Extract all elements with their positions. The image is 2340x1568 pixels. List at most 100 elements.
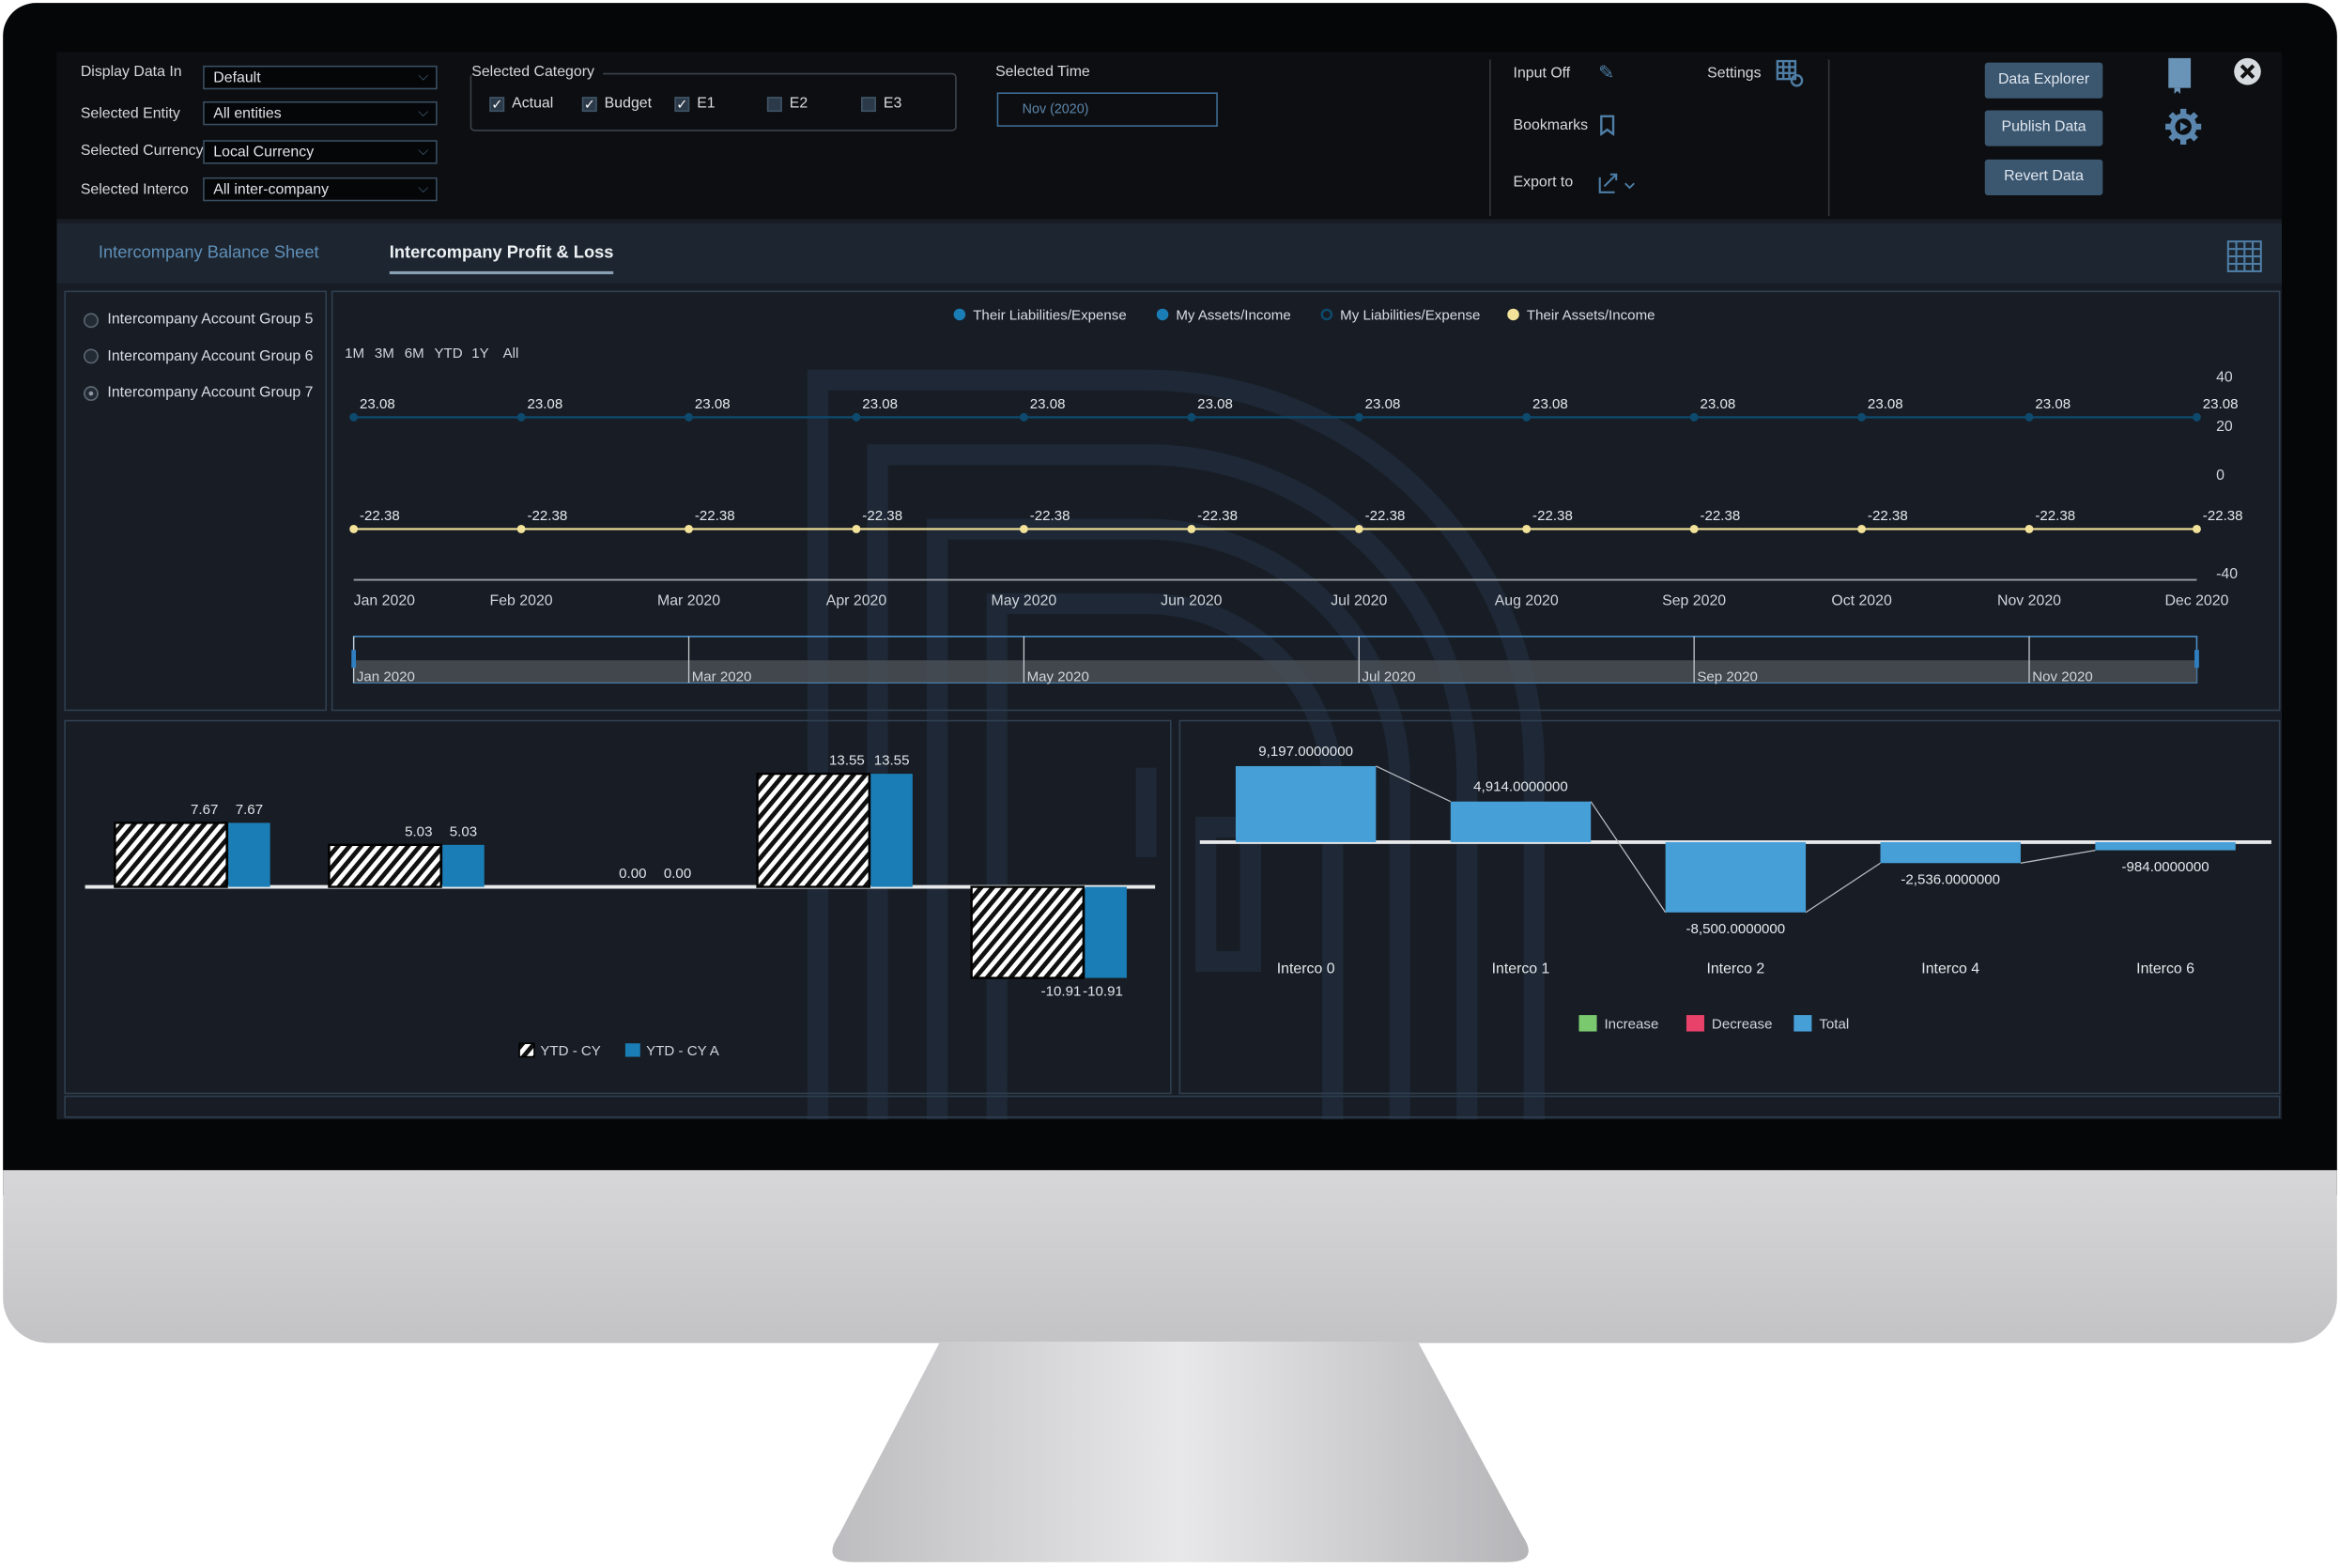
range-button-6m[interactable]: 6M xyxy=(405,346,424,361)
close-icon[interactable] xyxy=(2233,56,2263,86)
data-label: -22.38 xyxy=(1197,508,1238,524)
checkbox[interactable] xyxy=(766,96,782,112)
bar-ytd-cy xyxy=(328,843,442,888)
category-checkbox-budget[interactable]: ✓ Budget xyxy=(581,95,653,113)
checkbox[interactable]: ✓ xyxy=(674,96,690,112)
display-data-select[interactable]: Default ⌵ xyxy=(203,65,438,90)
data-label: 23.08 xyxy=(862,396,898,412)
connector-line xyxy=(1805,862,1881,914)
data-label: 23.08 xyxy=(2035,396,2071,412)
data-point xyxy=(516,412,526,422)
bookmark-icon[interactable] xyxy=(1600,115,1615,136)
account-group-radio[interactable]: Intercompany Account Group 5 xyxy=(84,312,314,328)
range-button-all[interactable]: All xyxy=(503,346,519,361)
y-tick-label: 0 xyxy=(2216,468,2225,484)
chevron-down-icon: ⌵ xyxy=(418,180,429,195)
legend-marker xyxy=(1320,308,1333,321)
data-label-ytd-cy-a: 7.67 xyxy=(236,802,263,818)
publish-data-button[interactable]: Publish Data xyxy=(1984,110,2103,146)
legend-label: Increase xyxy=(1604,1016,1658,1032)
category-label: Interco 0 xyxy=(1277,961,1335,977)
account-group-radio[interactable]: Intercompany Account Group 6 xyxy=(84,348,314,364)
checkbox-label: E2 xyxy=(789,95,808,113)
select-value: Default xyxy=(213,69,261,87)
category-label: Selected Category xyxy=(471,64,604,81)
data-label: -22.38 xyxy=(1030,508,1070,524)
data-label: -22.38 xyxy=(1365,508,1406,524)
data-explorer-button[interactable]: Data Explorer xyxy=(1984,62,2103,99)
navigator-handle[interactable] xyxy=(351,650,357,669)
connector-line xyxy=(2020,849,2096,864)
input-off-label: Input Off xyxy=(1513,65,1571,83)
category-checkbox-e3[interactable]: E3 xyxy=(861,96,901,112)
data-label-ytd-cy: 0.00 xyxy=(619,866,646,882)
data-label-ytd-cy: -10.91 xyxy=(1041,984,1082,1000)
book-icon[interactable] xyxy=(2165,56,2195,95)
category-label: Interco 2 xyxy=(1706,961,1764,977)
grid-icon[interactable] xyxy=(2226,240,2262,273)
checkbox[interactable] xyxy=(861,96,876,112)
radio-button[interactable] xyxy=(84,385,99,401)
x-tick-label: Oct 2020 xyxy=(1831,593,1892,609)
x-tick-label: Dec 2020 xyxy=(2164,593,2228,609)
legend-marker xyxy=(1156,308,1169,321)
x-tick-label: Sep 2020 xyxy=(1662,593,1726,609)
range-button-ytd[interactable]: YTD xyxy=(434,346,462,361)
x-tick-label: Aug 2020 xyxy=(1495,593,1559,609)
data-label-ytd-cy-a: 5.03 xyxy=(450,823,477,839)
legend-swatch xyxy=(1793,1015,1812,1032)
radio-button[interactable] xyxy=(84,312,99,328)
data-label: -22.38 xyxy=(1868,508,1908,524)
data-point xyxy=(1354,412,1363,422)
data-label: -22.38 xyxy=(1532,508,1573,524)
radio-label: Intercompany Account Group 5 xyxy=(107,311,314,329)
radio-button[interactable] xyxy=(84,348,99,364)
data-label-ytd-cy: 7.67 xyxy=(191,802,218,818)
navigator-band xyxy=(353,660,2197,684)
divider xyxy=(1827,59,1830,217)
data-point xyxy=(1522,412,1532,422)
export-icon[interactable] xyxy=(1597,172,1640,195)
navigator-handle[interactable] xyxy=(2194,650,2199,669)
y-tick-label: 40 xyxy=(2216,369,2233,385)
data-point xyxy=(852,525,861,533)
gear-play-icon[interactable] xyxy=(2163,107,2202,146)
time-picker[interactable]: Nov (2020) xyxy=(996,92,1218,127)
data-point xyxy=(1857,412,1867,422)
pencil-icon[interactable]: ✎ xyxy=(1598,61,1614,85)
app-screen: Display Data In Default ⌵ Selected Entity… xyxy=(56,52,2283,1120)
range-button-3m[interactable]: 3M xyxy=(375,346,394,361)
category-checkbox-e2[interactable]: E2 xyxy=(766,95,808,113)
radio-label: Intercompany Account Group 6 xyxy=(107,347,314,365)
tab-balance-sheet[interactable]: Intercompany Balance Sheet xyxy=(99,244,319,262)
data-point xyxy=(2192,412,2201,422)
data-label: -2,536.0000000 xyxy=(1901,871,2000,887)
data-label: 23.08 xyxy=(527,396,562,412)
data-point xyxy=(1689,525,1699,533)
range-button-1y[interactable]: 1Y xyxy=(471,346,488,361)
revert-data-button[interactable]: Revert Data xyxy=(1984,159,2103,195)
data-point xyxy=(349,412,359,422)
data-label: -22.38 xyxy=(527,508,567,524)
filter-toolbar: Display Data In Default ⌵ Selected Entity… xyxy=(56,52,2283,220)
data-point xyxy=(685,525,693,533)
waterfall-bar xyxy=(1665,841,1807,913)
range-button-1m[interactable]: 1M xyxy=(345,346,364,361)
data-point xyxy=(1689,412,1699,422)
checkbox[interactable]: ✓ xyxy=(581,96,597,112)
waterfall-bar xyxy=(1880,841,2021,864)
legend-label: Decrease xyxy=(1712,1016,1773,1032)
entity-select[interactable]: All entities ⌵ xyxy=(203,100,438,126)
checkbox-label: Budget xyxy=(604,95,653,113)
account-group-radio[interactable]: Intercompany Account Group 7 xyxy=(84,385,314,401)
currency-select[interactable]: Local Currency ⌵ xyxy=(203,140,438,164)
navigator-label: Sep 2020 xyxy=(1697,669,1758,684)
data-point xyxy=(1354,525,1363,533)
checkbox[interactable]: ✓ xyxy=(489,96,505,112)
category-checkbox-actual[interactable]: ✓ Actual xyxy=(489,96,553,112)
category-checkbox-e1[interactable]: ✓ E1 xyxy=(674,96,716,112)
interco-select[interactable]: All inter-company ⌵ xyxy=(203,177,438,202)
grid-settings-icon[interactable] xyxy=(1776,59,1806,90)
data-point xyxy=(516,525,526,533)
tab-profit-loss[interactable]: Intercompany Profit & Loss xyxy=(389,244,614,275)
